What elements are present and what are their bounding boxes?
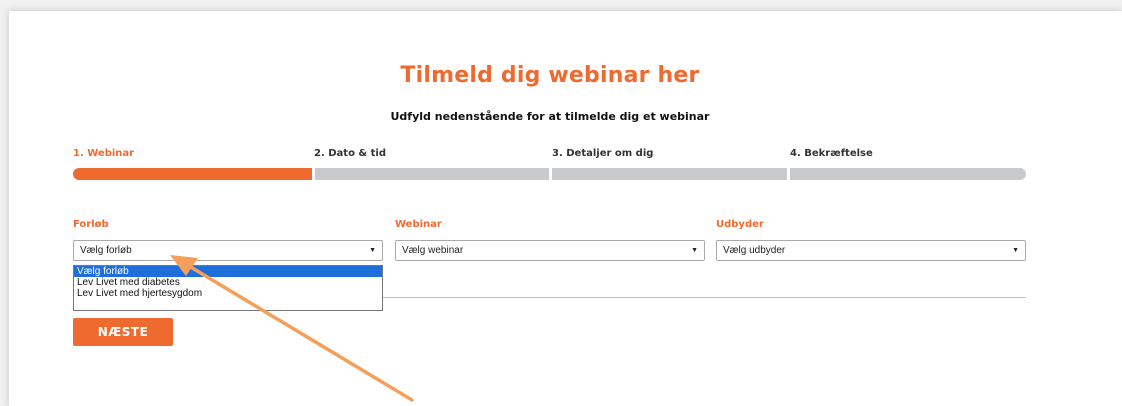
annotation-arrow-icon — [170, 255, 414, 402]
